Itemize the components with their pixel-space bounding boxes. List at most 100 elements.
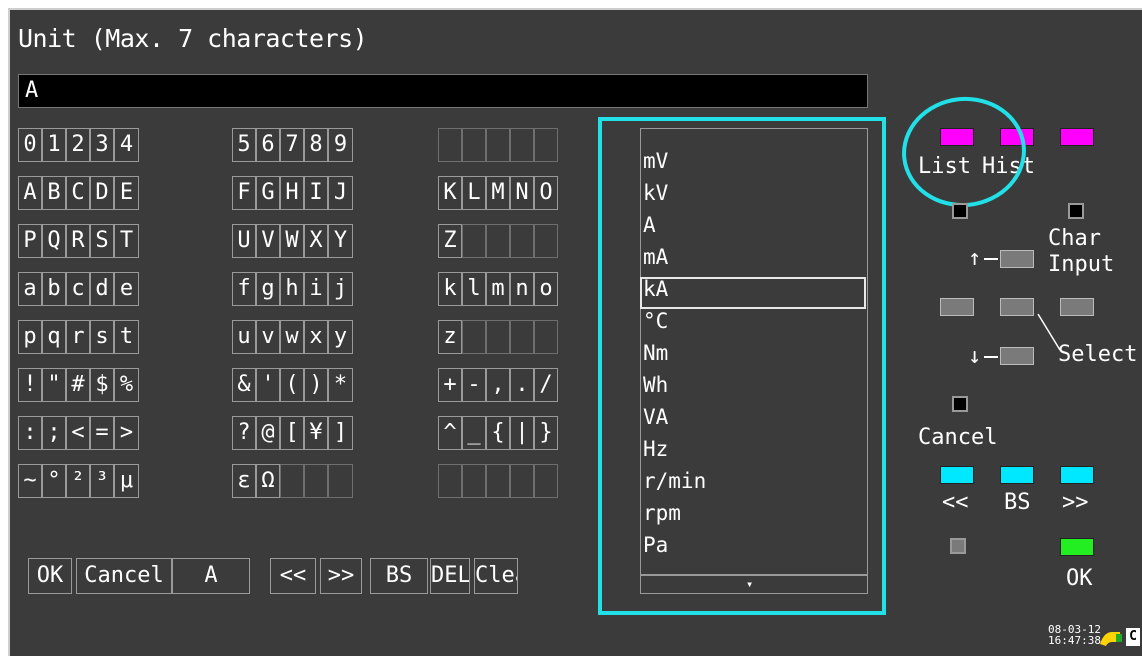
key[interactable]: ): [304, 368, 328, 402]
key[interactable]: Y: [328, 224, 353, 258]
key[interactable]: j: [328, 272, 353, 306]
key[interactable]: S: [90, 224, 114, 258]
key-blank[interactable]: [438, 128, 462, 162]
key[interactable]: ¥: [304, 416, 328, 450]
key[interactable]: r: [66, 320, 90, 354]
key[interactable]: g: [256, 272, 280, 306]
key[interactable]: I: [304, 176, 328, 210]
key[interactable]: 2: [66, 128, 90, 162]
key[interactable]: F: [232, 176, 256, 210]
left-key[interactable]: [940, 298, 974, 316]
up-key[interactable]: [1000, 250, 1034, 268]
key[interactable]: q: [42, 320, 66, 354]
key[interactable]: ~: [18, 464, 42, 498]
key[interactable]: {: [486, 416, 510, 450]
key[interactable]: m: [486, 272, 510, 306]
key[interactable]: O: [534, 176, 558, 210]
key[interactable]: ': [256, 368, 280, 402]
key-blank[interactable]: [510, 128, 534, 162]
key[interactable]: P: [18, 224, 42, 258]
key[interactable]: U: [232, 224, 256, 258]
key[interactable]: b: [42, 272, 66, 306]
prev-key[interactable]: [940, 466, 974, 484]
key[interactable]: /: [534, 368, 558, 402]
key[interactable]: ^: [438, 416, 462, 450]
next-button[interactable]: >>: [320, 558, 362, 594]
key[interactable]: L: [462, 176, 486, 210]
del-button[interactable]: DEL: [430, 558, 470, 594]
f3-key[interactable]: [1060, 128, 1094, 146]
key[interactable]: 6: [256, 128, 280, 162]
current-char-button[interactable]: A: [172, 558, 250, 594]
ok-key[interactable]: [1060, 538, 1094, 556]
key[interactable]: A: [18, 176, 42, 210]
key[interactable]: @: [256, 416, 280, 450]
key[interactable]: 5: [232, 128, 256, 162]
key[interactable]: H: [280, 176, 304, 210]
key[interactable]: ,: [486, 368, 510, 402]
key-blank[interactable]: [462, 224, 486, 258]
key[interactable]: o: [534, 272, 558, 306]
key[interactable]: >: [114, 416, 139, 450]
key[interactable]: 7: [280, 128, 304, 162]
key-blank[interactable]: [510, 320, 534, 354]
key[interactable]: <: [66, 416, 90, 450]
key[interactable]: ³: [90, 464, 114, 498]
select-key[interactable]: [1000, 298, 1034, 316]
key[interactable]: z: [438, 320, 462, 354]
key-blank[interactable]: [438, 464, 462, 498]
key[interactable]: K: [438, 176, 462, 210]
key[interactable]: W: [280, 224, 304, 258]
key[interactable]: 9: [328, 128, 353, 162]
key[interactable]: J: [328, 176, 353, 210]
key[interactable]: _: [462, 416, 486, 450]
key[interactable]: .: [510, 368, 534, 402]
key[interactable]: |: [510, 416, 534, 450]
key-blank[interactable]: [486, 320, 510, 354]
key[interactable]: *: [328, 368, 353, 402]
key[interactable]: ε: [232, 464, 256, 498]
key[interactable]: v: [256, 320, 280, 354]
key[interactable]: (: [280, 368, 304, 402]
key[interactable]: 8: [304, 128, 328, 162]
key[interactable]: D: [90, 176, 114, 210]
key-blank[interactable]: [462, 320, 486, 354]
key[interactable]: ;: [42, 416, 66, 450]
key-blank[interactable]: [486, 224, 510, 258]
key[interactable]: e: [114, 272, 139, 306]
key[interactable]: =: [90, 416, 114, 450]
key[interactable]: C: [66, 176, 90, 210]
key[interactable]: s: [90, 320, 114, 354]
key[interactable]: Q: [42, 224, 66, 258]
key[interactable]: i: [304, 272, 328, 306]
key[interactable]: &: [232, 368, 256, 402]
unit-entry-field[interactable]: A: [18, 74, 868, 108]
key[interactable]: R: [66, 224, 90, 258]
key[interactable]: Ω: [256, 464, 280, 498]
key-blank[interactable]: [534, 128, 558, 162]
prev-button[interactable]: <<: [270, 558, 316, 594]
key[interactable]: f: [232, 272, 256, 306]
key[interactable]: u: [232, 320, 256, 354]
key[interactable]: l: [462, 272, 486, 306]
key[interactable]: a: [18, 272, 42, 306]
key-blank[interactable]: [328, 464, 353, 498]
key-blank[interactable]: [462, 128, 486, 162]
key[interactable]: G: [256, 176, 280, 210]
key[interactable]: y: [328, 320, 353, 354]
key[interactable]: ²: [66, 464, 90, 498]
key[interactable]: %: [114, 368, 139, 402]
down-key[interactable]: [1000, 347, 1034, 365]
key-blank[interactable]: [534, 464, 558, 498]
key[interactable]: h: [280, 272, 304, 306]
ok-button[interactable]: OK: [28, 558, 72, 594]
key[interactable]: ]: [328, 416, 353, 450]
key[interactable]: p: [18, 320, 42, 354]
key[interactable]: M: [486, 176, 510, 210]
bs-key[interactable]: [1000, 466, 1034, 484]
clear-button[interactable]: Clear: [474, 558, 518, 594]
key-blank[interactable]: [486, 128, 510, 162]
key-blank[interactable]: [510, 464, 534, 498]
key[interactable]: #: [66, 368, 90, 402]
key[interactable]: 4: [114, 128, 139, 162]
